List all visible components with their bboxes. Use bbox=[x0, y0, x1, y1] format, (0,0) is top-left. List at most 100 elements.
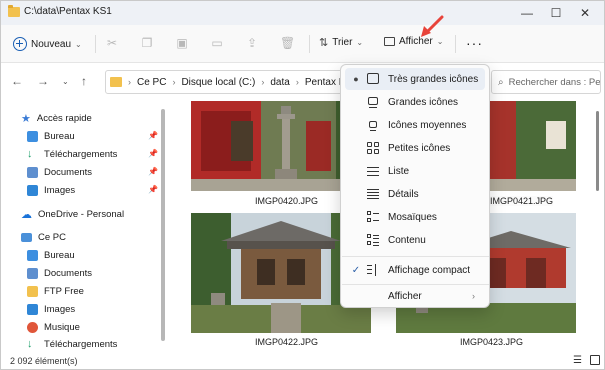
title-bar: C:\data\Pentax KS1 — ☐ ✕ bbox=[1, 1, 604, 25]
navigation-pane: ★ Accès rapide Bureau 📌 ↓ Téléchargement… bbox=[1, 101, 173, 351]
breadcrumb-chevron-icon: › bbox=[261, 77, 265, 87]
sidebar-item-quick-access[interactable]: ★ Accès rapide bbox=[21, 110, 92, 126]
sidebar-item-pc-documents[interactable]: Documents bbox=[27, 265, 92, 281]
sidebar-item-this-pc[interactable]: Ce PC bbox=[21, 229, 66, 245]
menu-item-medium-icons[interactable]: Icônes moyennes bbox=[345, 114, 485, 136]
breadcrumb-chevron-icon: › bbox=[172, 77, 176, 87]
sidebar-item-label: Ce PC bbox=[38, 231, 66, 243]
plus-icon bbox=[13, 37, 27, 51]
sidebar-item-desktop[interactable]: Bureau bbox=[27, 128, 75, 144]
menu-item-tiles[interactable]: Mosaïques bbox=[345, 206, 485, 228]
sidebar-item-music[interactable]: Musique bbox=[27, 319, 80, 335]
sidebar-item-label: Bureau bbox=[44, 130, 75, 142]
computer-icon bbox=[21, 232, 32, 242]
sidebar-item-ftp[interactable]: FTP Free bbox=[27, 283, 84, 299]
sidebar-item-label: Bureau bbox=[44, 249, 75, 261]
menu-item-content[interactable]: Contenu bbox=[345, 229, 485, 251]
sidebar-item-documents[interactable]: Documents bbox=[27, 164, 92, 180]
desktop-icon bbox=[27, 249, 38, 261]
command-bar: Nouveau ⌄ ✂ ❐ ▣ ▭ ⇪ 🗑 ⇅ Trier ⌄ Afficher… bbox=[1, 25, 604, 63]
forward-arrow-icon[interactable]: → bbox=[37, 74, 49, 88]
search-input[interactable]: ⌕ Rechercher dans : Pe... bbox=[491, 70, 601, 94]
rename-icon[interactable]: ▭ bbox=[210, 36, 224, 50]
more-options-button[interactable]: ··· bbox=[466, 35, 483, 51]
chevron-down-icon: ⌄ bbox=[356, 38, 364, 47]
delete-icon[interactable]: 🗑 bbox=[280, 36, 295, 50]
sidebar-item-onedrive[interactable]: ☁ OneDrive - Personal bbox=[21, 206, 124, 222]
menu-item-label: Affichage compact bbox=[388, 264, 471, 276]
selected-bullet-icon: ● bbox=[353, 74, 359, 84]
sidebar-item-pc-desktop[interactable]: Bureau bbox=[27, 247, 75, 263]
menu-divider bbox=[342, 256, 489, 257]
recent-locations-chevron-icon[interactable]: ⌄ bbox=[62, 77, 69, 86]
menu-item-extra-large-icons[interactable]: ● Très grandes icônes bbox=[345, 68, 485, 90]
menu-item-label: Liste bbox=[388, 165, 410, 177]
search-icon: ⌕ bbox=[498, 76, 504, 88]
menu-item-small-icons[interactable]: Petites icônes bbox=[345, 137, 485, 159]
breadcrumb-local-disk[interactable]: Disque local (C:) bbox=[181, 77, 255, 88]
extra-large-icons-icon bbox=[367, 73, 379, 85]
breadcrumb-data[interactable]: data bbox=[270, 77, 289, 88]
menu-item-details[interactable]: Détails bbox=[345, 183, 485, 205]
sidebar-scrollbar[interactable] bbox=[161, 109, 165, 341]
sidebar-item-label: Images bbox=[44, 303, 76, 315]
content-scrollbar[interactable] bbox=[596, 111, 599, 191]
new-button[interactable]: Nouveau ⌄ bbox=[13, 35, 82, 53]
download-icon: ↓ bbox=[27, 148, 33, 160]
breadcrumb-this-pc[interactable]: Ce PC bbox=[137, 77, 166, 88]
pin-icon[interactable]: 📌 bbox=[148, 131, 158, 140]
menu-item-large-icons[interactable]: Grandes icônes bbox=[345, 91, 485, 113]
up-arrow-icon[interactable]: ↑ bbox=[81, 74, 87, 88]
pin-icon[interactable]: 📌 bbox=[148, 149, 158, 158]
maximize-button[interactable]: ☐ bbox=[541, 1, 571, 25]
sort-button[interactable]: ⇅ Trier ⌄ bbox=[319, 36, 363, 49]
sidebar-item-label: FTP Free bbox=[44, 285, 84, 297]
cut-icon[interactable]: ✂ bbox=[105, 36, 119, 50]
window-title: C:\data\Pentax KS1 bbox=[24, 6, 112, 17]
menu-item-label: Mosaïques bbox=[388, 211, 437, 223]
navigation-bar: ← → ⌄ ↑ › Ce PC › Disque local (C:) › da… bbox=[1, 63, 604, 101]
menu-icon-empty bbox=[367, 290, 379, 302]
new-label: Nouveau bbox=[31, 38, 72, 50]
menu-item-show[interactable]: Afficher › bbox=[345, 285, 485, 307]
minimize-button[interactable]: — bbox=[512, 1, 542, 25]
sidebar-item-pc-downloads[interactable]: ↓ Téléchargements bbox=[27, 336, 117, 352]
pin-icon[interactable]: 📌 bbox=[148, 185, 158, 194]
search-placeholder: Rechercher dans : Pe... bbox=[508, 76, 601, 88]
pictures-icon bbox=[27, 303, 38, 315]
file-explorer-window: C:\data\Pentax KS1 — ☐ ✕ Nouveau ⌄ ✂ ❐ ▣… bbox=[0, 0, 605, 370]
menu-item-label: Détails bbox=[388, 188, 419, 200]
close-button[interactable]: ✕ bbox=[570, 1, 600, 25]
tiles-icon bbox=[367, 211, 379, 223]
toolbar-divider bbox=[455, 35, 456, 53]
sidebar-item-label: Accès rapide bbox=[36, 112, 92, 124]
file-name[interactable]: IMGP0420.JPG bbox=[255, 196, 318, 206]
menu-item-label: Contenu bbox=[388, 234, 426, 246]
share-icon[interactable]: ⇪ bbox=[245, 36, 259, 50]
back-arrow-icon[interactable]: ← bbox=[11, 74, 23, 88]
sidebar-item-pictures[interactable]: Images bbox=[27, 182, 75, 198]
copy-icon[interactable]: ❐ bbox=[140, 36, 154, 50]
menu-item-compact-view[interactable]: ✓ Affichage compact bbox=[345, 259, 485, 281]
chevron-down-icon: ⌄ bbox=[75, 39, 82, 49]
paste-icon[interactable]: ▣ bbox=[175, 36, 189, 50]
sidebar-item-label: Téléchargements bbox=[44, 338, 118, 350]
desktop-icon bbox=[27, 130, 38, 142]
medium-icons-icon bbox=[367, 119, 379, 132]
sidebar-item-downloads[interactable]: ↓ Téléchargements bbox=[27, 146, 117, 162]
pin-icon[interactable]: 📌 bbox=[148, 167, 158, 176]
menu-item-list[interactable]: Liste bbox=[345, 160, 485, 182]
menu-item-label: Très grandes icônes bbox=[388, 73, 479, 85]
monitor-icon bbox=[384, 37, 395, 46]
toolbar-divider bbox=[95, 35, 96, 53]
file-name[interactable]: IMGP0422.JPG bbox=[255, 337, 318, 347]
sidebar-item-pc-pictures[interactable]: Images bbox=[27, 301, 75, 317]
large-icons-view-icon[interactable] bbox=[590, 355, 600, 365]
file-name[interactable]: IMGP0423.JPG bbox=[460, 337, 523, 347]
toolbar-divider bbox=[309, 35, 310, 53]
music-icon bbox=[27, 321, 38, 333]
details-view-icon[interactable]: ☰ bbox=[573, 355, 582, 366]
sidebar-item-label: Documents bbox=[44, 166, 93, 178]
documents-icon bbox=[27, 267, 38, 279]
breadcrumb-chevron-icon: › bbox=[128, 77, 131, 87]
